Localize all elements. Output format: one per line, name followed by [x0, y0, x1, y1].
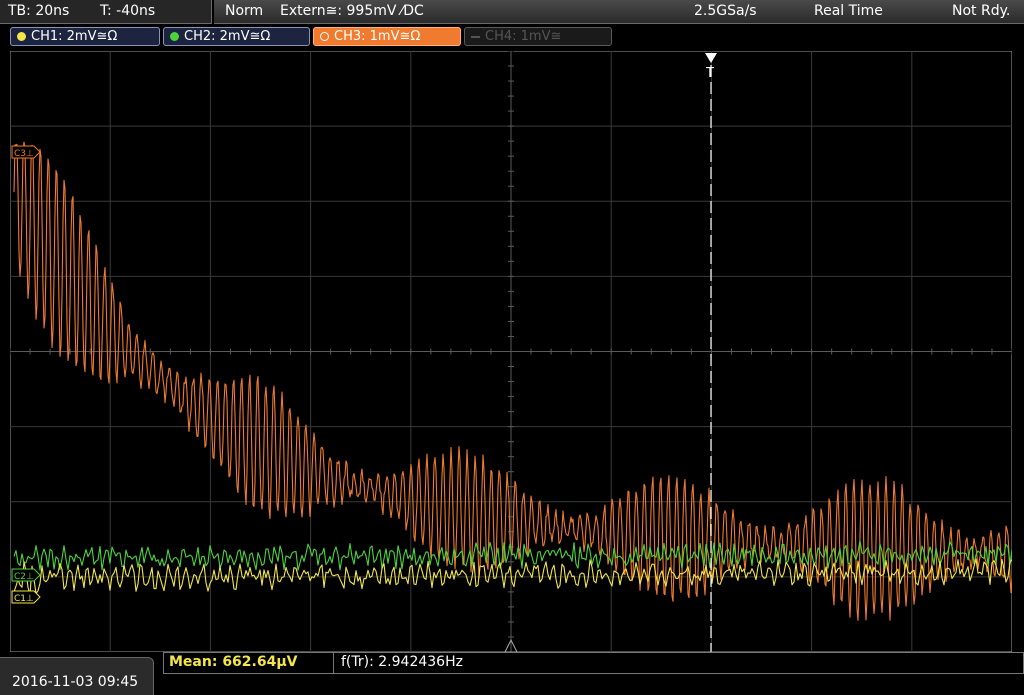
trigger-marker-label: T [705, 66, 714, 81]
ch3-marker-label: C3⊥ [14, 149, 34, 159]
ch1-label: CH1: 2mV≅Ω [31, 29, 118, 44]
waveform-canvas[interactable]: T C3⊥ C2⊥ C1⊥ [10, 51, 1012, 652]
ch3-label: CH3: 1mV≅Ω [334, 29, 421, 44]
tab-ch3[interactable]: CH3: 1mV≅Ω [313, 27, 461, 46]
ch2-marker-label: C2⊥ [14, 572, 34, 582]
trigger-time-label: T: -40ns [100, 3, 156, 19]
run-state-label: Not Rdy. [952, 3, 1011, 19]
timebase-label: TB: 20ns [8, 3, 70, 19]
tab-ch4[interactable]: CH4: 1mV≅ [464, 27, 612, 46]
ch4-dash-icon [471, 36, 480, 38]
datetime-label: 2016-11-03 09:45 [12, 674, 139, 690]
trigger-source-label: Extern≅: 995mV ⁄DC [280, 3, 424, 19]
tab-ch1[interactable]: CH1: 2mV≅Ω [10, 27, 160, 46]
ch1-dot-icon [17, 32, 26, 41]
ch2-dot-icon [170, 32, 179, 41]
ch2-label: CH2: 2mV≅Ω [184, 29, 271, 44]
ch1-marker-label: C1⊥ [14, 594, 34, 604]
top-status-bar: TB: 20ns T: -40ns Norm Extern≅: 995mV ⁄D… [0, 0, 1024, 24]
mean-measurement: Mean: 662.64µV [169, 654, 298, 670]
ch4-label: CH4: 1mV≅ [485, 29, 562, 44]
frequency-measurement: f(Tr): 2.942436Hz [341, 654, 463, 670]
waveform-display[interactable]: T C3⊥ C2⊥ C1⊥ [10, 51, 1012, 652]
acquisition-status-panel[interactable]: Norm Extern≅: 995mV ⁄DC 2.5GSa/s Real Ti… [214, 0, 1024, 24]
measurement-divider [333, 653, 334, 673]
acquisition-mode-label: Real Time [814, 3, 883, 19]
sample-rate-label: 2.5GSa/s [694, 3, 757, 19]
timebase-panel[interactable]: TB: 20ns T: -40ns [0, 0, 212, 24]
tab-ch2[interactable]: CH2: 2mV≅Ω [163, 27, 310, 46]
ch3-dot-icon [320, 32, 329, 41]
trigger-mode-label: Norm [225, 3, 264, 19]
